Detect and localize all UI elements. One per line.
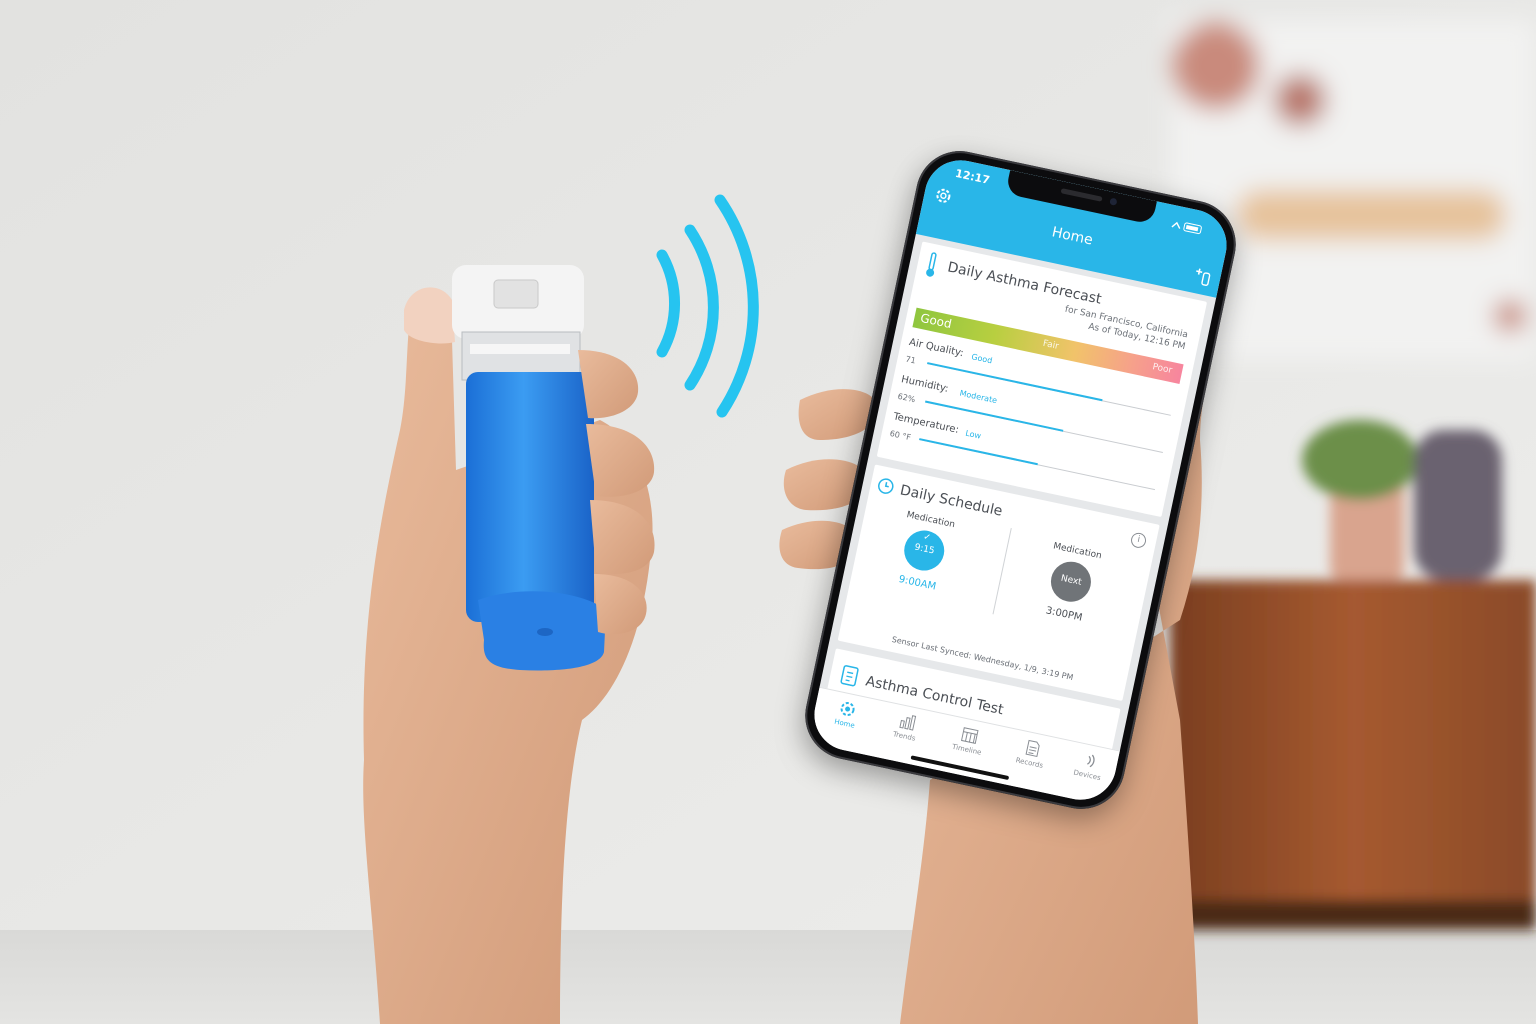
tab-trends[interactable]: Trends [874,707,939,747]
metric-value: 60 °F [888,428,912,443]
battery-icon [1171,221,1202,235]
schedule-divider [992,527,1012,615]
clipboard-icon [840,665,859,687]
status-icons [1169,214,1206,240]
records-icon [1025,739,1040,758]
dose-taken-badge[interactable]: ✓ 9:15 [900,526,948,575]
metric-fill [919,438,1038,466]
background-scene [0,0,1536,1024]
metric-value: 71 [904,354,917,366]
metric-status: Low [964,428,982,441]
metric-status: Moderate [958,388,998,406]
next-label: Next [1059,573,1083,588]
blurred-wall-art [1170,20,1536,360]
next-dose-badge[interactable]: Next [1047,557,1095,606]
add-device-icon[interactable] [1190,264,1215,292]
scheduled-time: 9:00AM [897,573,937,593]
tab-home[interactable]: Home [814,694,879,734]
speaker-grille [1060,188,1103,202]
scheduled-time: 3:00PM [1044,605,1084,624]
tab-devices[interactable]: Devices [1057,746,1122,786]
status-time: 12:17 [954,166,991,187]
inhaler [452,265,606,671]
metric-value: 62% [896,391,917,405]
clock-icon [878,478,894,494]
timeline-icon [960,727,979,744]
metric-status: Good [970,352,994,366]
scale-poor: Poor [1151,362,1173,376]
info-icon[interactable]: i [1129,531,1148,550]
devices-icon [1087,754,1095,768]
trends-icon [899,715,917,731]
tab-timeline[interactable]: Timeline [937,720,1002,760]
front-camera [1108,197,1118,206]
home-icon [840,702,855,717]
thermometer-icon [926,252,937,277]
tab-records[interactable]: Records [999,733,1064,773]
scale-good: Good [919,310,953,332]
medication-label: Medication [1052,541,1103,562]
scale-fair: Fair [1041,338,1060,352]
